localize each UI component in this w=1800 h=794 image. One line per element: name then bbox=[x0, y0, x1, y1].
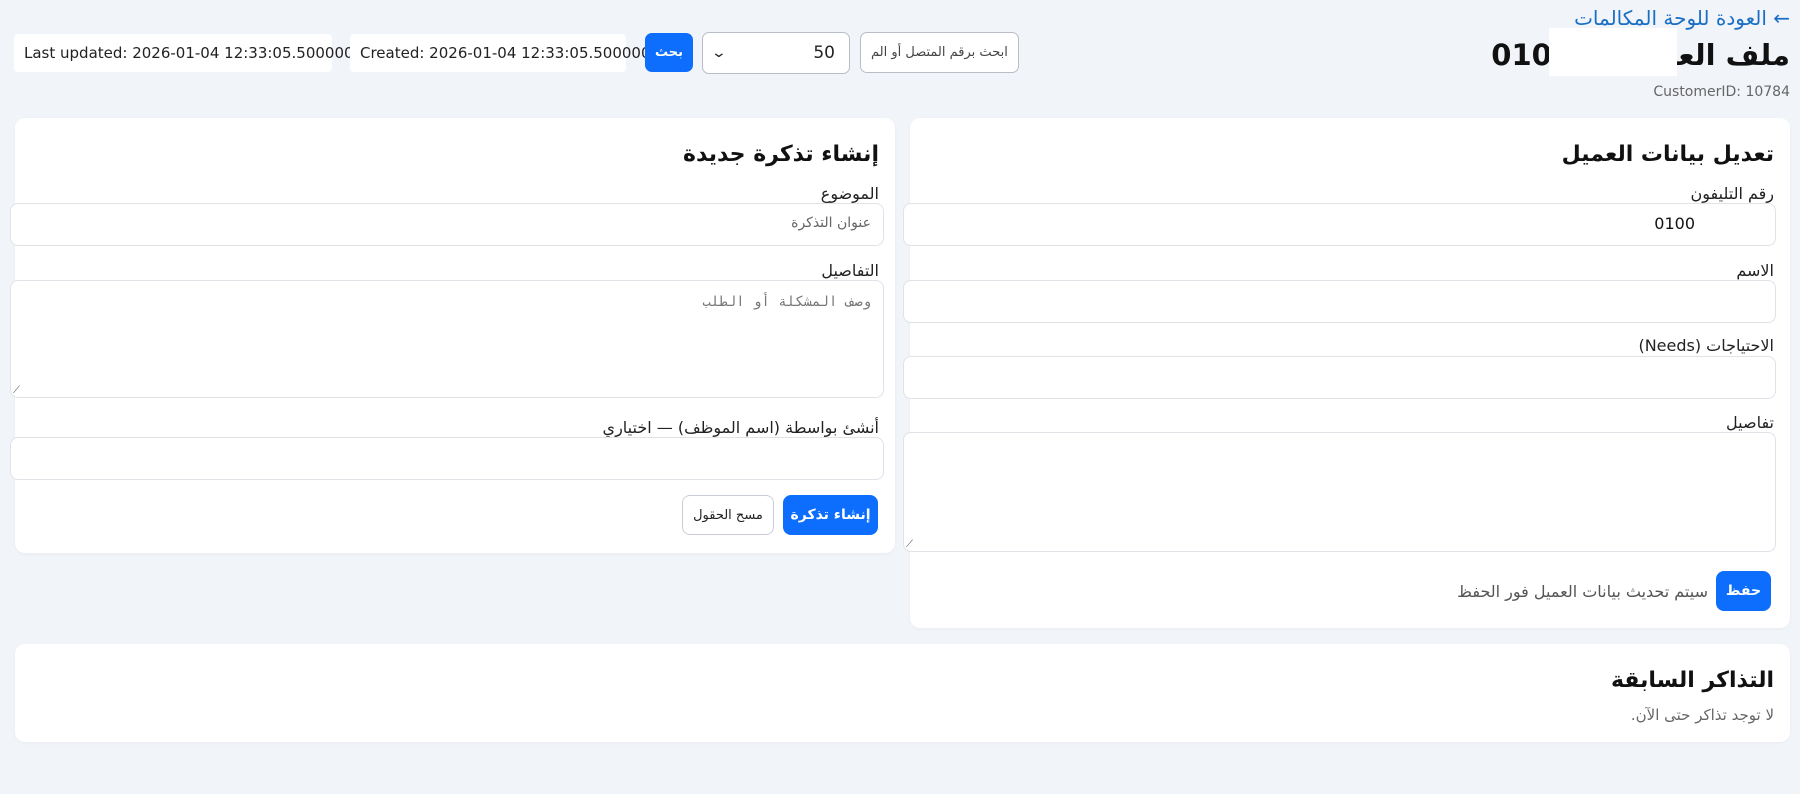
phone-value: 0100 bbox=[1654, 214, 1695, 233]
search-input[interactable]: ابحث برقم المتصل أو الم bbox=[860, 32, 1019, 73]
back-to-calls-link[interactable]: ← العودة للوحة المكالمات bbox=[1574, 6, 1790, 30]
customer-id: CustomerID: 10784 bbox=[1653, 84, 1790, 100]
create-ticket-button[interactable]: إنشاء تذكرة bbox=[783, 495, 878, 535]
subject-input[interactable]: عنوان التذكرة bbox=[10, 203, 884, 246]
details-textarea[interactable]: وصف المشكلة أو الطلب ⟋ bbox=[10, 280, 884, 398]
phone-input[interactable]: 0100 bbox=[903, 203, 1776, 246]
previous-tickets-title: التذاكر السابقة bbox=[1610, 668, 1774, 693]
created-badge: Created: 2026-01-04 12:33:05.5000000 bbox=[350, 34, 660, 72]
last-updated-badge: Last updated: 2026-01-04 12:33:05.500000… bbox=[14, 34, 363, 72]
phone-label: رقم التليفون bbox=[1690, 184, 1775, 203]
name-label: الاسم bbox=[1736, 261, 1774, 280]
previous-tickets-card: التذاكر السابقة لا توجد تذاكر حتى الآن. bbox=[15, 644, 1790, 742]
save-hint: سيتم تحديث بيانات العميل فور الحفظ bbox=[1457, 582, 1708, 601]
created-by-input[interactable] bbox=[10, 437, 884, 480]
name-input[interactable] bbox=[903, 280, 1776, 323]
save-button[interactable]: حفظ bbox=[1716, 571, 1771, 611]
redaction-block bbox=[1549, 28, 1678, 76]
customer-details-label: تفاصيل bbox=[1726, 413, 1774, 432]
create-ticket-title: إنشاء تذكرة جديدة bbox=[683, 142, 879, 167]
search-placeholder: ابحث برقم المتصل أو الم bbox=[871, 45, 1008, 60]
customer-details-textarea[interactable]: ⟋ bbox=[903, 432, 1776, 552]
needs-label: الاحتياجات (Needs) bbox=[1638, 336, 1774, 355]
clear-fields-button[interactable]: مسح الحقول bbox=[682, 495, 774, 535]
page-size-select[interactable]: ⌄ 50 bbox=[702, 32, 850, 74]
resize-handle-icon[interactable]: ⟋ bbox=[906, 540, 914, 550]
resize-handle-icon[interactable]: ⟋ bbox=[13, 386, 21, 396]
page-size-value: 50 bbox=[813, 43, 835, 63]
subject-label: الموضوع bbox=[820, 184, 879, 203]
search-button[interactable]: بحث bbox=[645, 33, 693, 72]
needs-input[interactable] bbox=[903, 356, 1776, 399]
edit-customer-title: تعديل بيانات العميل bbox=[1561, 142, 1774, 167]
details-label: التفاصيل bbox=[821, 261, 879, 280]
created-by-label: أنشئ بواسطة (اسم الموظف) — اختياري bbox=[602, 418, 879, 437]
create-ticket-card: إنشاء تذكرة جديدة الموضوع عنوان التذكرة … bbox=[10, 118, 895, 553]
edit-customer-card: تعديل بيانات العميل رقم التليفون 0100 ال… bbox=[903, 118, 1790, 628]
chevron-down-icon: ⌄ bbox=[710, 45, 728, 61]
subject-placeholder: عنوان التذكرة bbox=[791, 215, 871, 231]
empty-tickets-text: لا توجد تذاكر حتى الآن. bbox=[1630, 706, 1774, 724]
details-placeholder: وصف المشكلة أو الطلب bbox=[702, 294, 871, 310]
page-title: ملف العميل — 0100 bbox=[1491, 28, 1790, 76]
